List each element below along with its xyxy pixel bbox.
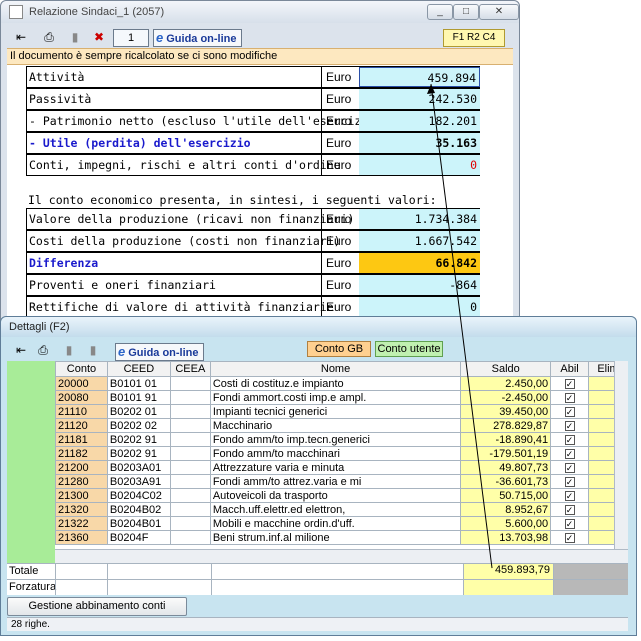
link-line	[427, 83, 493, 569]
arrowhead-icon	[427, 84, 435, 94]
link-line-segment	[430, 83, 493, 569]
